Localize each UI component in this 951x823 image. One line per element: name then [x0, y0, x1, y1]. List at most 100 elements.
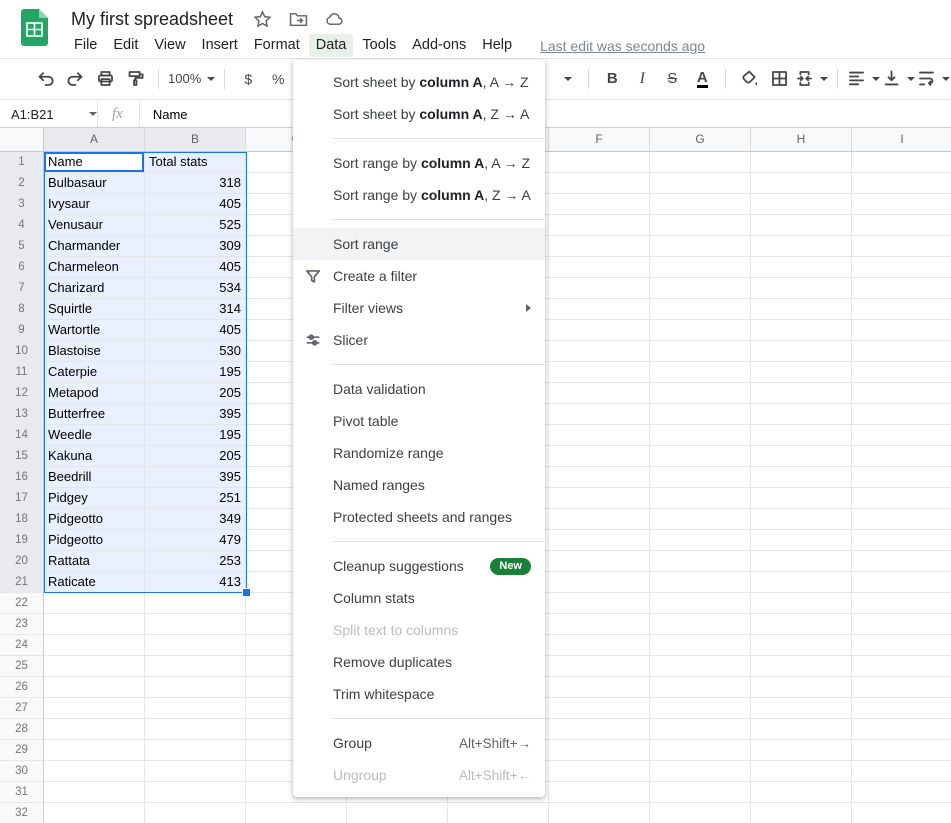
menu-edit[interactable]: Edit	[106, 34, 145, 57]
cell-F25[interactable]	[549, 656, 650, 677]
column-header-f[interactable]: F	[549, 128, 650, 151]
cell-A18[interactable]: Pidgeotto	[44, 509, 145, 530]
cell-H2[interactable]	[751, 173, 852, 194]
cell-B15[interactable]: 205	[145, 446, 246, 467]
menu-item-named-ranges[interactable]: Named ranges	[293, 469, 545, 501]
cell-B28[interactable]	[145, 719, 246, 740]
document-title[interactable]: My first spreadsheet	[71, 9, 233, 30]
row-header-21[interactable]: 21	[0, 572, 44, 593]
cell-B18[interactable]: 349	[145, 509, 246, 530]
cell-F10[interactable]	[549, 341, 650, 362]
cell-F22[interactable]	[549, 593, 650, 614]
row-header-10[interactable]: 10	[0, 341, 44, 362]
column-header-i[interactable]: I	[852, 128, 951, 151]
sheets-logo-icon[interactable]	[21, 9, 48, 46]
cell-A23[interactable]	[44, 614, 145, 635]
cell-I17[interactable]	[852, 488, 951, 509]
cell-F12[interactable]	[549, 383, 650, 404]
cell-H11[interactable]	[751, 362, 852, 383]
move-folder-icon[interactable]	[289, 10, 308, 29]
row-header-19[interactable]: 19	[0, 530, 44, 551]
cell-B12[interactable]: 205	[145, 383, 246, 404]
cell-A17[interactable]: Pidgey	[44, 488, 145, 509]
cell-A5[interactable]: Charmander	[44, 236, 145, 257]
cell-B11[interactable]: 195	[145, 362, 246, 383]
cell-H32[interactable]	[751, 803, 852, 823]
fill-handle[interactable]	[242, 588, 251, 597]
cell-B27[interactable]	[145, 698, 246, 719]
text-color-button[interactable]: A	[688, 65, 716, 93]
cell-G3[interactable]	[650, 194, 751, 215]
menu-format[interactable]: Format	[247, 34, 307, 57]
cell-I25[interactable]	[852, 656, 951, 677]
cell-G22[interactable]	[650, 593, 751, 614]
cell-H23[interactable]	[751, 614, 852, 635]
cell-F30[interactable]	[549, 761, 650, 782]
cell-F32[interactable]	[549, 803, 650, 823]
cell-B26[interactable]	[145, 677, 246, 698]
text-wrap-button[interactable]	[917, 65, 950, 93]
hidden-dropdown-button[interactable]	[551, 65, 579, 93]
fill-color-button[interactable]	[735, 65, 763, 93]
cell-G8[interactable]	[650, 299, 751, 320]
cell-I27[interactable]	[852, 698, 951, 719]
column-header-b[interactable]: B	[145, 128, 246, 151]
cell-G12[interactable]	[650, 383, 751, 404]
cell-G16[interactable]	[650, 467, 751, 488]
menu-addons[interactable]: Add-ons	[405, 34, 473, 57]
cell-A2[interactable]: Bulbasaur	[44, 173, 145, 194]
row-header-3[interactable]: 3	[0, 194, 44, 215]
cell-G17[interactable]	[650, 488, 751, 509]
cell-F18[interactable]	[549, 509, 650, 530]
cell-B7[interactable]: 534	[145, 278, 246, 299]
cell-F27[interactable]	[549, 698, 650, 719]
vertical-align-button[interactable]	[882, 65, 915, 93]
cell-A9[interactable]: Wartortle	[44, 320, 145, 341]
row-header-31[interactable]: 31	[0, 782, 44, 803]
cell-I29[interactable]	[852, 740, 951, 761]
cell-B13[interactable]: 395	[145, 404, 246, 425]
cell-I30[interactable]	[852, 761, 951, 782]
row-header-30[interactable]: 30	[0, 761, 44, 782]
cell-F21[interactable]	[549, 572, 650, 593]
menu-item-group[interactable]: GroupAlt+Shift+→	[293, 727, 545, 759]
cell-I31[interactable]	[852, 782, 951, 803]
cell-A19[interactable]: Pidgeotto	[44, 530, 145, 551]
cell-B21[interactable]: 413	[145, 572, 246, 593]
row-header-4[interactable]: 4	[0, 215, 44, 236]
row-header-6[interactable]: 6	[0, 257, 44, 278]
cell-A14[interactable]: Weedle	[44, 425, 145, 446]
menu-item-trim-whitespace[interactable]: Trim whitespace	[293, 678, 545, 710]
cell-F7[interactable]	[549, 278, 650, 299]
cell-A16[interactable]: Beedrill	[44, 467, 145, 488]
cell-F28[interactable]	[549, 719, 650, 740]
cell-G4[interactable]	[650, 215, 751, 236]
cell-I13[interactable]	[852, 404, 951, 425]
cell-H20[interactable]	[751, 551, 852, 572]
cell-I4[interactable]	[852, 215, 951, 236]
cell-A3[interactable]: Ivysaur	[44, 194, 145, 215]
cell-F31[interactable]	[549, 782, 650, 803]
cell-A32[interactable]	[44, 803, 145, 823]
formula-input[interactable]: Name	[140, 107, 188, 122]
cell-F9[interactable]	[549, 320, 650, 341]
format-currency-button[interactable]: $	[234, 65, 262, 93]
cell-B6[interactable]: 405	[145, 257, 246, 278]
star-icon[interactable]	[253, 10, 272, 29]
redo-button[interactable]	[61, 65, 89, 93]
cell-I7[interactable]	[852, 278, 951, 299]
cell-F3[interactable]	[549, 194, 650, 215]
cell-A12[interactable]: Metapod	[44, 383, 145, 404]
strikethrough-button[interactable]: S	[658, 65, 686, 93]
cell-I8[interactable]	[852, 299, 951, 320]
cell-A31[interactable]	[44, 782, 145, 803]
menu-item-data-validation[interactable]: Data validation	[293, 373, 545, 405]
cell-B23[interactable]	[145, 614, 246, 635]
row-header-28[interactable]: 28	[0, 719, 44, 740]
menu-item-pivot-table[interactable]: Pivot table	[293, 405, 545, 437]
cell-G32[interactable]	[650, 803, 751, 823]
cell-H28[interactable]	[751, 719, 852, 740]
cell-G19[interactable]	[650, 530, 751, 551]
cell-B5[interactable]: 309	[145, 236, 246, 257]
cell-B31[interactable]	[145, 782, 246, 803]
